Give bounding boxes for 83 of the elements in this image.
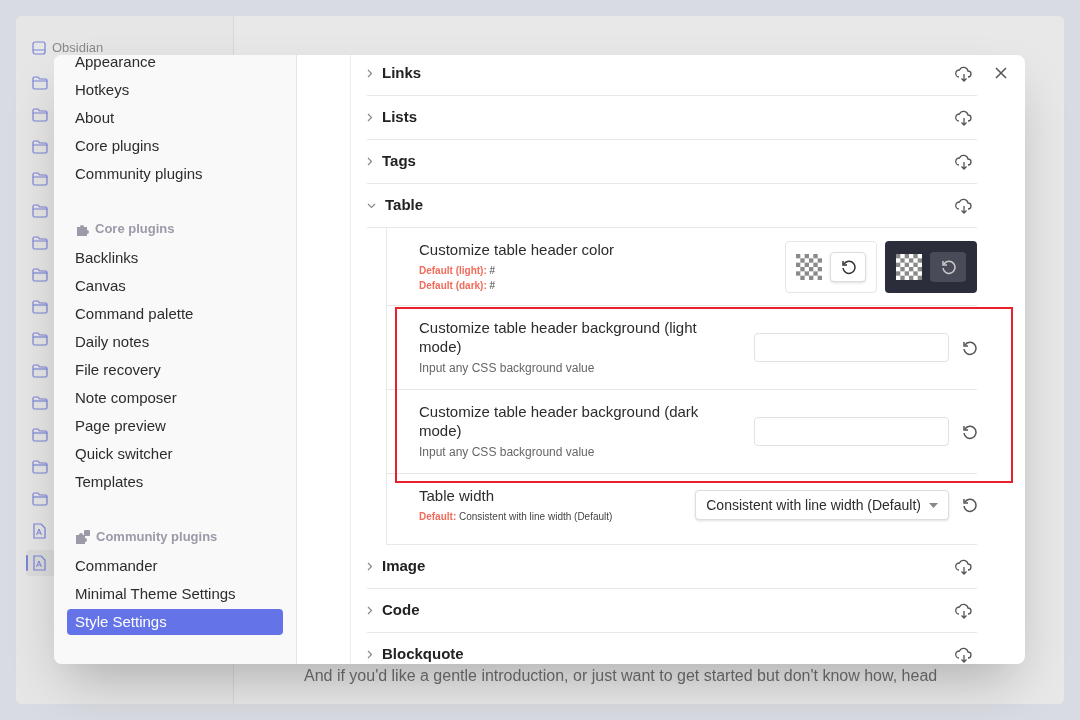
folder-icon <box>32 204 48 218</box>
chevron-right-icon <box>367 562 373 571</box>
default-value-text: Default (light): # <box>419 264 497 278</box>
sidebar-heading: Core plugins <box>67 215 283 243</box>
folder-icon <box>32 396 48 410</box>
reset-button[interactable] <box>830 251 866 282</box>
section-header[interactable]: Table <box>367 184 977 228</box>
default-value-text: Default: Consistent with line width (Default) <box>419 510 613 524</box>
folder-icon <box>32 172 48 186</box>
section-header[interactable]: Code <box>367 589 977 633</box>
reset-icon <box>961 339 977 356</box>
setting-title: Customize table header background (dark mode) <box>419 402 700 440</box>
sidebar-item[interactable]: Canvas <box>67 273 283 299</box>
document-icon <box>32 555 46 571</box>
dropdown-caret-icon <box>929 502 938 508</box>
sidebar-item[interactable]: Backlinks <box>67 245 283 271</box>
folder-icon <box>32 332 48 346</box>
folder-icon <box>32 108 48 122</box>
setting-description: Input any CSS background value <box>419 444 596 461</box>
sidebar-item[interactable]: Hotkeys <box>67 77 283 103</box>
setting-title: Table width <box>419 486 496 506</box>
folder-icon <box>32 364 48 378</box>
section-header[interactable]: Lists <box>367 96 977 140</box>
sidebar-item[interactable]: Note composer <box>67 385 283 411</box>
file-tree-item[interactable] <box>26 550 56 576</box>
checker-swatch <box>796 253 822 280</box>
folder-icon <box>32 236 48 250</box>
reset-button[interactable] <box>930 251 966 282</box>
close-icon <box>995 67 1007 79</box>
chevron-right-icon <box>367 69 373 78</box>
folder-icon <box>32 140 48 154</box>
reset-icon <box>961 423 977 440</box>
setting-title: Customize table header background (light mode) <box>419 318 698 356</box>
chevron-right-icon <box>367 650 373 659</box>
folder-icon <box>32 428 48 442</box>
section-header[interactable]: Blockquote <box>367 633 977 664</box>
sidebar-item[interactable]: Core plugins <box>67 133 283 159</box>
sidebar-item[interactable]: Daily notes <box>67 329 283 355</box>
puzzles-icon <box>75 529 91 545</box>
download-icon <box>955 602 973 619</box>
section-header[interactable]: Tags <box>367 140 977 184</box>
sidebar-item[interactable]: Command palette <box>67 301 283 327</box>
folder-icon <box>32 492 48 506</box>
folder-icon <box>32 300 48 314</box>
setting-description: Input any CSS background value <box>419 360 596 377</box>
folder-icon <box>32 460 48 474</box>
sidebar-item[interactable]: File recovery <box>67 357 283 383</box>
vault-icon <box>32 41 46 55</box>
download-icon <box>955 646 973 663</box>
download-icon <box>955 558 973 575</box>
sidebar-item[interactable]: About <box>67 105 283 131</box>
folder-icon <box>32 268 48 282</box>
text-input[interactable] <box>754 333 949 362</box>
body-text: And if you'd like a gentle introduction, or just want to get started but don't know how, head <box>304 666 939 686</box>
sidebar-item[interactable]: Appearance <box>67 55 283 75</box>
chevron-down-icon <box>367 202 376 209</box>
section-header[interactable]: Links <box>367 55 977 96</box>
sidebar-item[interactable]: Page preview <box>67 413 283 439</box>
section-header[interactable]: Image <box>367 545 977 589</box>
chevron-right-icon <box>367 113 373 122</box>
chevron-right-icon <box>367 606 373 615</box>
sidebar-item[interactable]: Quick switcher <box>67 441 283 467</box>
reset-icon <box>940 258 956 275</box>
sidebar-item[interactable]: Community plugins <box>67 161 283 187</box>
download-icon <box>955 65 973 82</box>
sidebar-item[interactable]: Style Settings <box>67 609 283 635</box>
sidebar-item[interactable]: Minimal Theme Settings <box>67 581 283 607</box>
setting-title: Customize table header color <box>419 240 615 260</box>
dropdown[interactable]: Consistent with line width (Default) <box>695 490 949 520</box>
text-input[interactable] <box>754 417 949 446</box>
sidebar-heading: Community plugins <box>67 523 283 551</box>
reset-icon <box>961 497 977 513</box>
download-icon <box>955 197 973 214</box>
download-icon <box>955 153 973 170</box>
reset-icon <box>840 258 856 275</box>
download-icon <box>955 109 973 126</box>
folder-icon <box>32 76 48 90</box>
chevron-right-icon <box>367 157 373 166</box>
checker-swatch <box>896 253 922 280</box>
default-value-text: Default (dark): # <box>419 279 497 293</box>
sidebar-item[interactable]: Commander <box>67 553 283 579</box>
sidebar-item[interactable]: Templates <box>67 469 283 495</box>
document-icon <box>32 523 46 539</box>
